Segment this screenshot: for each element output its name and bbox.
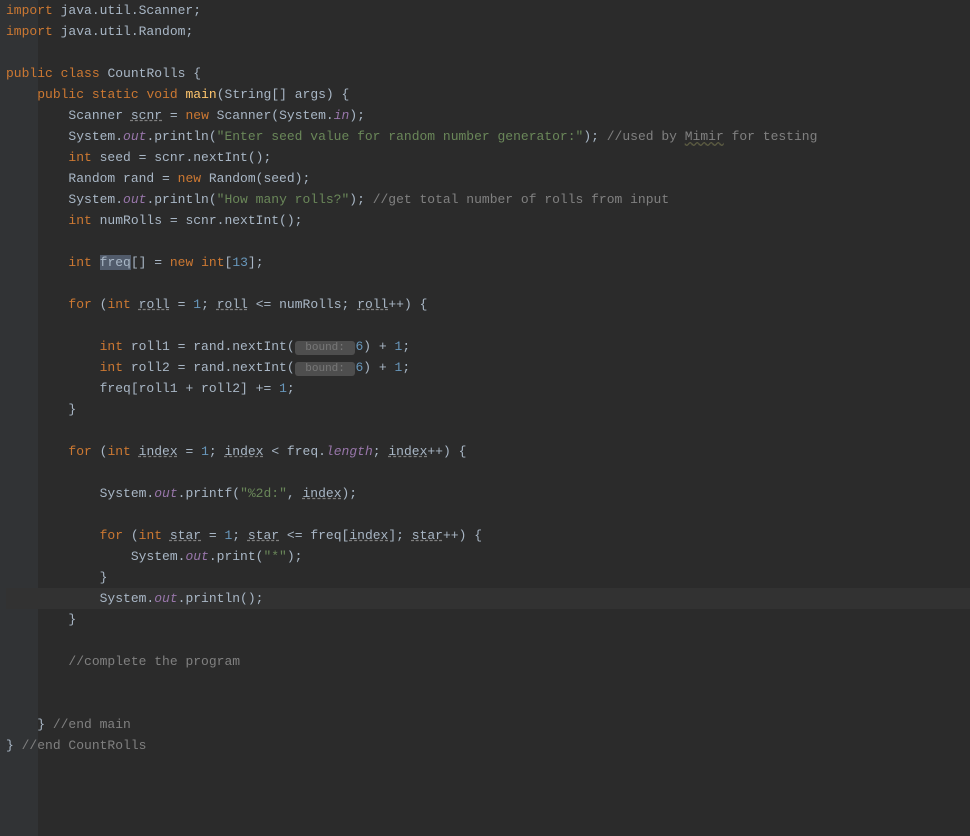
code-line[interactable]: public static void main(String[] args) {	[6, 84, 970, 105]
code-line[interactable]: int seed = scnr.nextInt();	[6, 147, 970, 168]
code-line[interactable]	[6, 273, 970, 294]
code-line[interactable]	[6, 42, 970, 63]
code-line[interactable]	[6, 462, 970, 483]
code-line[interactable]	[6, 672, 970, 693]
code-line[interactable]: //complete the program	[6, 651, 970, 672]
code-line[interactable]: for (int star = 1; star <= freq[index]; …	[6, 525, 970, 546]
code-line[interactable]: }	[6, 399, 970, 420]
code-line[interactable]: } //end CountRolls	[6, 735, 970, 756]
code-line[interactable]: import java.util.Random;	[6, 21, 970, 42]
code-line[interactable]: int roll1 = rand.nextInt( bound: 6) + 1;	[6, 336, 970, 357]
code-line[interactable]: System.out.println("Enter seed value for…	[6, 126, 970, 147]
code-line[interactable]: }	[6, 567, 970, 588]
code-line[interactable]: freq[roll1 + roll2] += 1;	[6, 378, 970, 399]
code-line[interactable]	[6, 693, 970, 714]
code-editor[interactable]: import java.util.Scanner; import java.ut…	[6, 0, 970, 756]
code-line[interactable]: }	[6, 609, 970, 630]
code-line[interactable]: for (int roll = 1; roll <= numRolls; rol…	[6, 294, 970, 315]
code-line[interactable]: System.out.printf("%2d:", index);	[6, 483, 970, 504]
code-line[interactable]: import java.util.Scanner;	[6, 0, 970, 21]
code-line[interactable]	[6, 420, 970, 441]
code-line[interactable]: for (int index = 1; index < freq.length;…	[6, 441, 970, 462]
code-line[interactable]: int numRolls = scnr.nextInt();	[6, 210, 970, 231]
param-hint: bound:	[295, 341, 356, 355]
code-line[interactable]: public class CountRolls {	[6, 63, 970, 84]
code-line[interactable]: } //end main	[6, 714, 970, 735]
code-line-current[interactable]: System.out.println();	[6, 588, 970, 609]
code-line[interactable]	[6, 504, 970, 525]
code-line[interactable]: System.out.println("How many rolls?"); /…	[6, 189, 970, 210]
code-line[interactable]: System.out.print("*");	[6, 546, 970, 567]
code-line[interactable]	[6, 231, 970, 252]
code-line[interactable]	[6, 630, 970, 651]
code-line[interactable]: int roll2 = rand.nextInt( bound: 6) + 1;	[6, 357, 970, 378]
code-line[interactable]: Random rand = new Random(seed);	[6, 168, 970, 189]
code-line[interactable]: int freq[] = new int[13];	[6, 252, 970, 273]
code-line[interactable]	[6, 315, 970, 336]
code-line[interactable]: Scanner scnr = new Scanner(System.in);	[6, 105, 970, 126]
param-hint: bound:	[295, 362, 356, 376]
